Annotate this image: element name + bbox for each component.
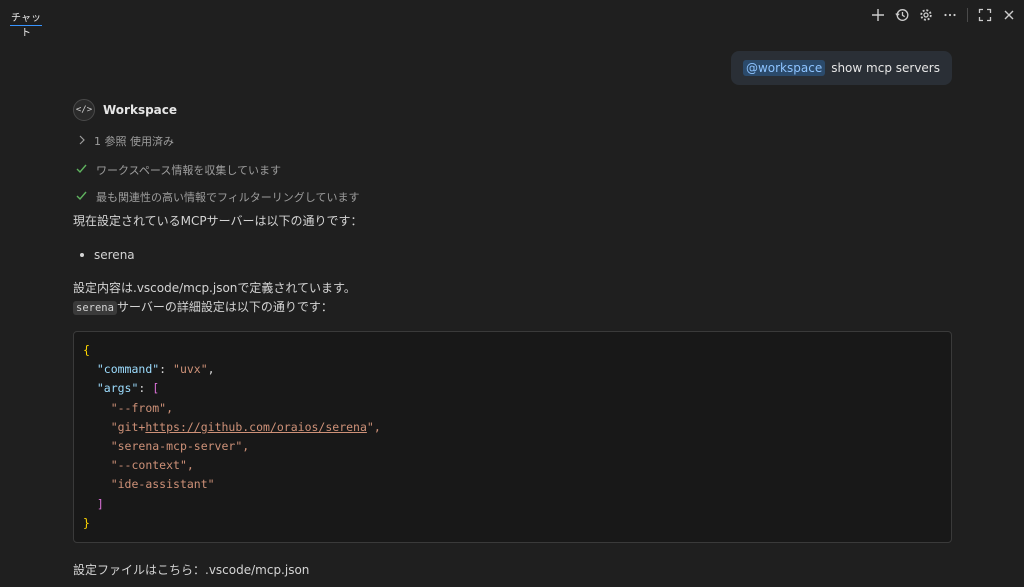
progress-label: 最も関連性の高い情報でフィルターリングしています — [96, 191, 360, 204]
response-detail-line: serena サーバーの詳細設定は以下の通りです： — [73, 298, 333, 315]
progress-label: ワークスペース情報を収集しています — [96, 164, 282, 177]
code-open-brace: { — [83, 343, 90, 357]
bullet-dot — [80, 253, 84, 257]
code-open-bracket: [ — [152, 381, 160, 396]
gear-icon[interactable] — [917, 6, 935, 24]
code-block[interactable]: { "command": "uvx", "args": [ "--from", … — [73, 331, 952, 543]
agent-name: Workspace — [103, 103, 178, 117]
user-message-text: show mcp servers — [831, 61, 940, 75]
progress-item: 最も関連性の高い情報でフィルターリングしています — [76, 189, 359, 205]
response-footer: 設定ファイルはこちら：.vscode/mcp.json — [73, 563, 310, 577]
references-toggle[interactable]: 1 参照 使用済み — [78, 133, 174, 149]
chat-toolbar — [869, 5, 1018, 25]
user-message: @workspace show mcp servers — [730, 51, 952, 85]
detail-text: サーバーの詳細設定は以下の通りです： — [116, 300, 333, 314]
agent-header: </> Workspace — [73, 99, 177, 121]
history-icon[interactable] — [893, 6, 911, 24]
list-item: serena — [80, 248, 135, 262]
tab-chat[interactable]: チャット — [10, 6, 42, 39]
check-icon — [76, 164, 88, 177]
check-icon — [76, 191, 88, 204]
inline-code: serena — [73, 301, 117, 315]
code-url-link[interactable]: https://github.com/oraios/serena — [145, 420, 367, 434]
code-icon: </> — [73, 99, 95, 121]
progress-item: ワークスペース情報を収集しています — [76, 162, 281, 178]
maximize-icon[interactable] — [976, 6, 994, 24]
code-string: "serena-mcp-server", — [110, 439, 250, 454]
code-string: "--context", — [110, 458, 194, 473]
plus-icon[interactable] — [869, 6, 887, 24]
more-icon[interactable] — [941, 6, 959, 24]
workspace-mention[interactable]: @workspace — [742, 60, 826, 76]
code-string: "--from", — [110, 400, 174, 415]
toolbar-divider — [967, 8, 968, 22]
code-string: "ide-assistant" — [110, 477, 215, 492]
code-key: "args" — [96, 381, 139, 396]
chat-header: チャット — [0, 0, 1024, 39]
server-name: serena — [94, 248, 135, 262]
response-intro: 現在設定されているMCPサーバーは以下の通りです： — [73, 214, 363, 228]
response-defined-in: 設定内容は.vscode/mcp.jsonで定義されています。 — [73, 281, 356, 295]
chevron-right-icon — [78, 135, 86, 148]
code-close-bracket: ] — [96, 496, 104, 511]
code-close-brace: } — [83, 515, 90, 530]
close-icon[interactable] — [1000, 6, 1018, 24]
code-string: ", — [366, 419, 381, 434]
code-key: "command" — [96, 362, 160, 377]
code-string: "git+ — [110, 419, 146, 434]
references-label: 1 参照 使用済み — [94, 135, 174, 148]
code-string: "uvx" — [173, 362, 208, 377]
